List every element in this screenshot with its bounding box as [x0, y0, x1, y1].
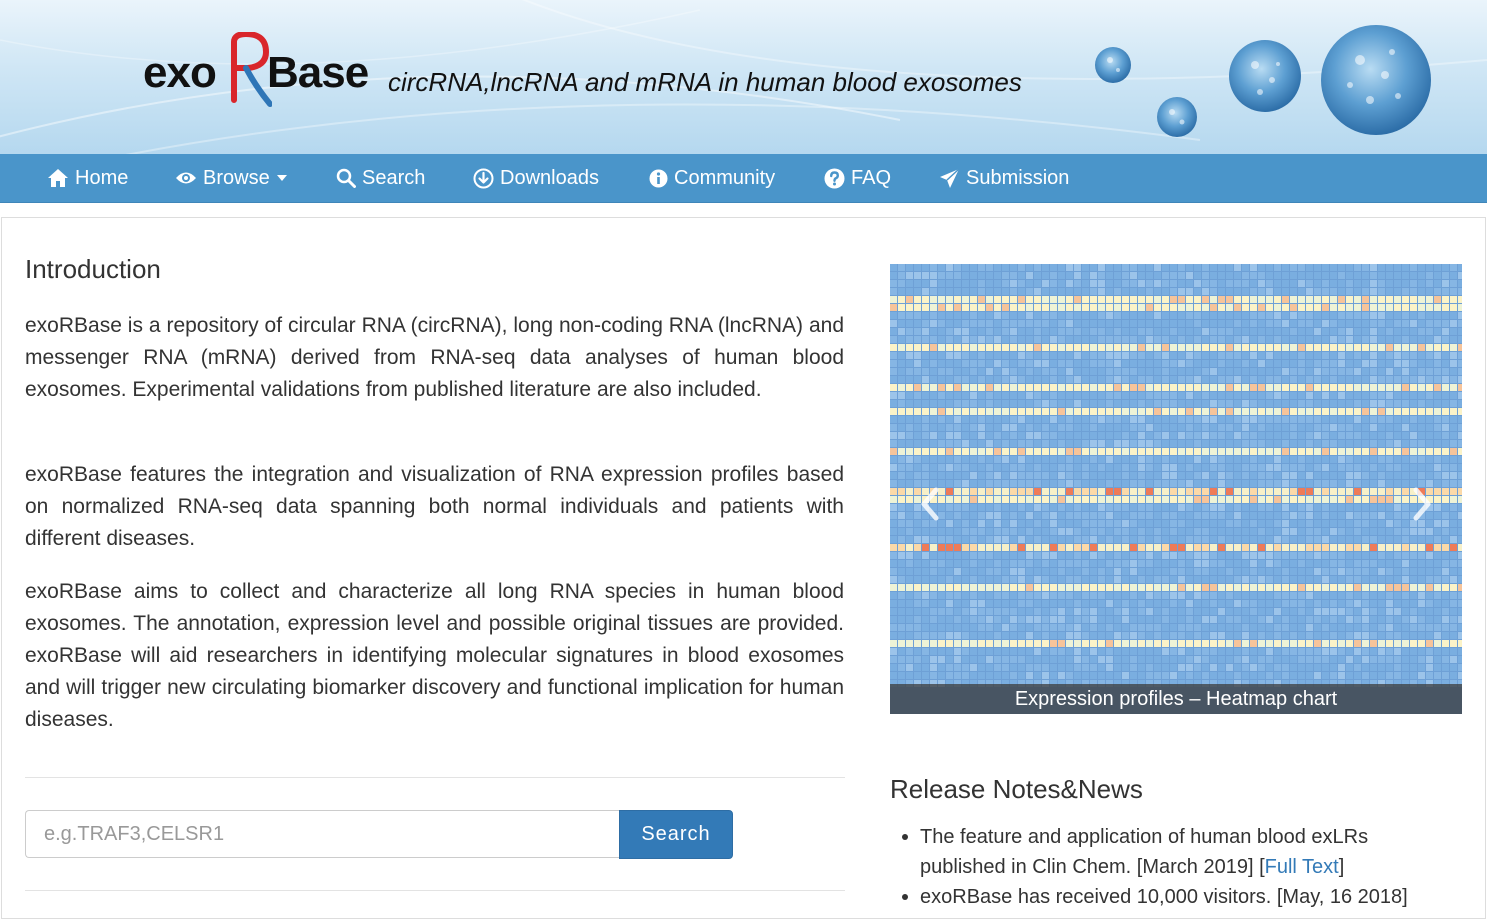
- carousel-next-button[interactable]: [1402, 469, 1442, 539]
- nav-browse-label: Browse: [203, 166, 270, 189]
- chevron-right-icon: [1413, 487, 1431, 521]
- nav-submission[interactable]: Submission: [939, 154, 1069, 202]
- news-item-text: exoRBase has received 10,000 visitors. […: [920, 886, 1408, 908]
- nav-home-label: Home: [75, 166, 129, 189]
- divider-bottom: [25, 890, 845, 891]
- heatmap-image: [890, 264, 1462, 687]
- logo-text-base: Base: [267, 48, 369, 97]
- nav-home[interactable]: Home: [47, 154, 128, 202]
- search-icon: [336, 168, 356, 188]
- nav-browse[interactable]: Browse: [175, 154, 288, 202]
- logo-r-mark: [231, 32, 272, 107]
- send-icon: [940, 167, 960, 188]
- caret-down-icon: [276, 175, 287, 181]
- intro-paragraph-3: exoRBase aims to collect and characteriz…: [25, 580, 844, 731]
- nav-downloads-label: Downloads: [500, 166, 599, 189]
- carousel-prev-button[interactable]: [910, 469, 950, 539]
- info-icon: [649, 169, 668, 187]
- search-button[interactable]: Search: [619, 810, 733, 859]
- download-icon: [473, 168, 494, 188]
- news-list: The feature and application of human blo…: [890, 822, 1450, 912]
- gene-search-input[interactable]: [25, 810, 619, 858]
- intro-heading: Introduction: [25, 254, 161, 284]
- exosome-cells-image: [1095, 25, 1431, 137]
- heatmap-cells: [890, 264, 1462, 687]
- site-tagline: circRNA,lncRNA and mRNA in human blood e…: [388, 67, 1022, 97]
- news-item: exoRBase has received 10,000 visitors. […: [890, 882, 1450, 912]
- news-item: The feature and application of human blo…: [890, 822, 1450, 882]
- home-icon: [48, 169, 68, 187]
- divider-top: [25, 777, 845, 778]
- nav-community[interactable]: Community: [649, 154, 775, 202]
- intro-paragraph-2: exoRBase features the integration and vi…: [25, 463, 844, 550]
- logo-text-exo: exo: [143, 48, 217, 97]
- full-text-link[interactable]: Full Text: [1265, 856, 1339, 878]
- intro-paragraph-1: exoRBase is a repository of circular RNA…: [25, 314, 844, 401]
- main-nav: Home Browse Search Downloads Community F…: [0, 154, 1487, 203]
- chevron-left-icon: [921, 487, 939, 521]
- nav-submission-label: Submission: [966, 166, 1070, 189]
- carousel-caption: Expression profiles – Heatmap chart: [890, 684, 1462, 714]
- eye-icon: [176, 172, 196, 184]
- news-heading: Release Notes&News: [890, 774, 1143, 804]
- nav-downloads[interactable]: Downloads: [473, 154, 599, 202]
- nav-search-label: Search: [362, 166, 426, 189]
- image-carousel[interactable]: Expression profiles – Heatmap chart: [890, 264, 1462, 714]
- nav-community-label: Community: [674, 166, 776, 189]
- nav-faq[interactable]: FAQ: [824, 154, 891, 202]
- header-banner: exo Base circRNA,lncRNA and mRNA in huma…: [0, 0, 1487, 154]
- nav-faq-label: FAQ: [851, 166, 892, 189]
- question-icon: [824, 168, 845, 188]
- news-item-suffix: ]: [1338, 856, 1345, 878]
- nav-search[interactable]: Search: [336, 154, 425, 202]
